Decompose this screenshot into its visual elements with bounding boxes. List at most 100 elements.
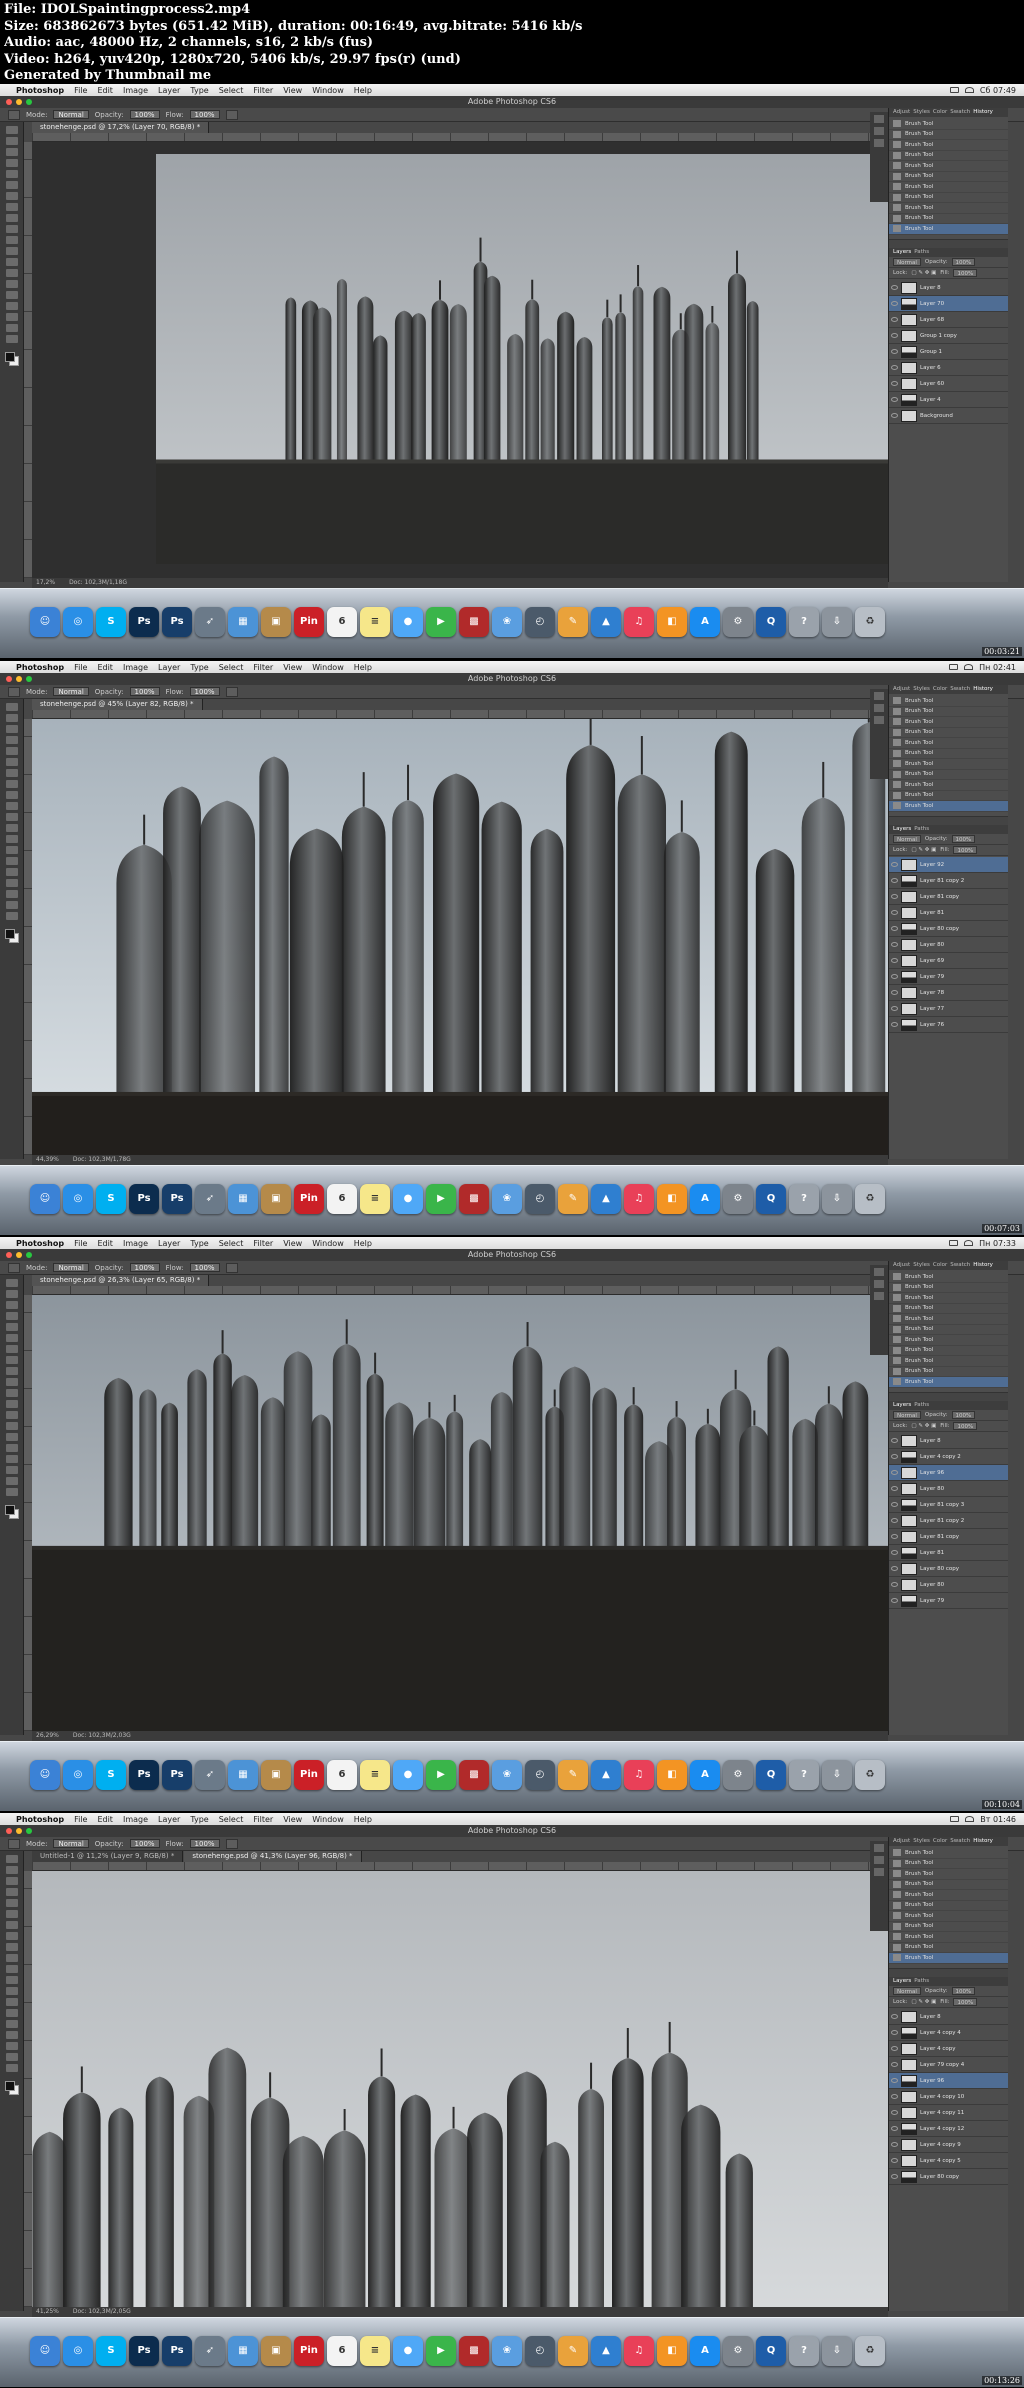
eraser-tool-icon[interactable] (5, 236, 18, 244)
downloads-icon[interactable]: ⇩ (822, 2336, 852, 2366)
foreground-color-swatch[interactable] (4, 2081, 15, 2091)
brush-preset-icon[interactable] (8, 109, 20, 120)
history-state[interactable]: Brush Tool (889, 1943, 1008, 1953)
appstore-icon[interactable]: A (690, 1760, 720, 1790)
layer-row[interactable]: Layer 79 (889, 969, 1008, 985)
menu-window[interactable]: Window (312, 1815, 344, 1824)
visibility-eye-icon[interactable] (891, 910, 898, 915)
layer-name[interactable]: Layer 4 copy 5 (920, 2158, 961, 2164)
menu-image[interactable]: Image (123, 86, 148, 95)
panel-tab-styles[interactable]: Styles (913, 1837, 930, 1846)
history-state[interactable]: Brush Tool (889, 780, 1008, 791)
menu-filter[interactable]: Filter (253, 1239, 273, 1248)
layer-name[interactable]: Layer 8 (920, 285, 941, 291)
visibility-eye-icon[interactable] (891, 2078, 898, 2083)
visibility-eye-icon[interactable] (891, 1534, 898, 1539)
layer-row[interactable]: Layer 78 (889, 985, 1008, 1001)
visibility-eye-icon[interactable] (891, 1486, 898, 1491)
history-brush-tool-icon[interactable] (5, 225, 18, 233)
history-state[interactable]: Brush Tool (889, 1859, 1008, 1869)
mode-select[interactable]: Normal (53, 1263, 89, 1272)
history-state[interactable]: Brush Tool (889, 1890, 1008, 1901)
pinterest-icon[interactable]: Pin (294, 1760, 324, 1790)
finder-icon[interactable]: ☺ (30, 607, 60, 637)
layer-name[interactable]: Group 1 (920, 349, 942, 355)
layer-name[interactable]: Layer 60 (920, 381, 944, 387)
layer-row[interactable]: Layer 70 (889, 296, 1008, 312)
preview-icon[interactable]: ▦ (228, 1760, 258, 1790)
layer-row[interactable]: Layer 76 (889, 1017, 1008, 1033)
shape-tool-icon[interactable] (5, 313, 18, 321)
history-state[interactable]: Brush Tool (889, 1325, 1008, 1335)
layer-name[interactable]: Group 1 copy (920, 333, 957, 339)
archive-icon[interactable]: ▣ (261, 2336, 291, 2366)
itunes-icon[interactable]: ♫ (624, 2336, 654, 2366)
battery-icon[interactable] (949, 1240, 959, 1246)
zoom-window-button[interactable] (26, 1828, 32, 1834)
path-select-tool-icon[interactable] (5, 2031, 18, 2039)
layer-name[interactable]: Layer 81 copy (920, 894, 959, 900)
layer-row[interactable]: Layer 96 (889, 1465, 1008, 1481)
photobooth-icon[interactable]: ▩ (459, 1760, 489, 1790)
timemachine-icon[interactable]: ◴ (525, 607, 555, 637)
calendar-icon[interactable]: 6 (327, 1184, 357, 1214)
layer-name[interactable]: Layer 81 (920, 1550, 944, 1556)
preferences-icon[interactable]: ⚙ (723, 607, 753, 637)
layer-row[interactable]: Layer 80 (889, 937, 1008, 953)
history-state[interactable]: Brush Tool (889, 1272, 1008, 1283)
visibility-eye-icon[interactable] (891, 1006, 898, 1011)
lock-icon[interactable]: ▢ ✎ ✥ ▣ (911, 847, 936, 853)
minimize-window-button[interactable] (16, 676, 22, 682)
layer-row[interactable]: Layer 77 (889, 1001, 1008, 1017)
keynote-icon[interactable]: ▲ (591, 607, 621, 637)
layer-name[interactable]: Layer 80 copy (920, 2174, 959, 2180)
pages-icon[interactable]: ✎ (558, 2336, 588, 2366)
menu-window[interactable]: Window (312, 663, 344, 672)
document-tab[interactable]: Untitled-1 @ 11,2% (Layer 9, RGB/8) * (32, 1851, 184, 1862)
preferences-icon[interactable]: ⚙ (723, 2336, 753, 2366)
visibility-eye-icon[interactable] (891, 958, 898, 963)
help-icon[interactable]: ? (789, 1184, 819, 1214)
history-state[interactable]: Brush Tool (889, 1848, 1008, 1859)
menu-layer[interactable]: Layer (158, 663, 180, 672)
visibility-eye-icon[interactable] (891, 942, 898, 947)
history-state[interactable]: Brush Tool (889, 193, 1008, 203)
wifi-icon[interactable] (965, 1816, 975, 1822)
safari-icon[interactable]: ◎ (63, 2336, 93, 2366)
messages-icon[interactable]: ● (393, 607, 423, 637)
layer-name[interactable]: Layer 79 copy 4 (920, 2062, 964, 2068)
layer-row[interactable]: Layer 8 (889, 1433, 1008, 1449)
facetime-icon[interactable]: ▶ (426, 607, 456, 637)
menu-view[interactable]: View (283, 1815, 302, 1824)
airbrush-icon[interactable] (225, 109, 238, 120)
layer-row[interactable]: Layer 80 (889, 1577, 1008, 1593)
layer-name[interactable]: Layer 8 (920, 1438, 941, 1444)
visibility-eye-icon[interactable] (891, 2110, 898, 2115)
path-select-tool-icon[interactable] (5, 302, 18, 310)
move-tool-icon[interactable] (5, 1279, 18, 1287)
history-state[interactable]: Brush Tool (889, 1293, 1008, 1304)
menu-photoshop[interactable]: Photoshop (16, 1239, 64, 1248)
blend-mode-select[interactable]: Normal (893, 258, 921, 266)
archive-icon[interactable]: ▣ (261, 607, 291, 637)
history-brush-tool-icon[interactable] (5, 1378, 18, 1386)
hand-tool-icon[interactable] (5, 1477, 18, 1485)
mode-select[interactable]: Normal (53, 110, 89, 119)
layer-name[interactable]: Layer 4 copy 10 (920, 2094, 964, 2100)
visibility-eye-icon[interactable] (891, 2174, 898, 2179)
history-state[interactable]: Brush Tool (889, 1922, 1008, 1932)
layer-name[interactable]: Layer 4 copy 9 (920, 2142, 961, 2148)
painting-canvas[interactable] (32, 1871, 888, 2307)
brush-tool-icon[interactable] (5, 1932, 18, 1940)
stamp-tool-icon[interactable] (5, 791, 18, 799)
clone-panel-icon[interactable] (874, 1868, 884, 1876)
layer-name[interactable]: Layer 81 copy 2 (920, 878, 964, 884)
zoom-window-button[interactable] (26, 676, 32, 682)
menu-type[interactable]: Type (190, 663, 208, 672)
wifi-icon[interactable] (964, 664, 974, 670)
layer-row[interactable]: Layer 8 (889, 2009, 1008, 2025)
color-swatches[interactable] (4, 1505, 19, 1519)
history-state[interactable]: Brush Tool (889, 224, 1008, 235)
calendar-icon[interactable]: 6 (327, 607, 357, 637)
menu-edit[interactable]: Edit (97, 1239, 113, 1248)
